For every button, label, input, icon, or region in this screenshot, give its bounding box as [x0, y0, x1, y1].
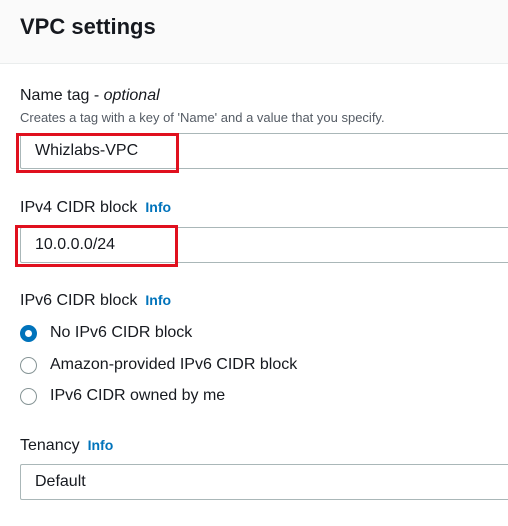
ipv6-option-amazon-provided[interactable]: Amazon-provided IPv6 CIDR block	[20, 353, 297, 377]
ipv6-option-owned-by-me[interactable]: IPv6 CIDR owned by me	[20, 384, 225, 408]
name-tag-description: Creates a tag with a key of 'Name' and a…	[20, 110, 385, 125]
tenancy-label: Tenancy Info	[20, 437, 114, 454]
tenancy-select[interactable]: Default	[20, 464, 508, 500]
ipv6-cidr-label: IPv6 CIDR block Info	[20, 292, 172, 309]
section-header: VPC settings	[0, 0, 508, 64]
ipv4-info-link[interactable]: Info	[145, 199, 171, 215]
section-title: VPC settings	[20, 14, 156, 39]
radio-unchecked-icon[interactable]	[20, 356, 37, 374]
ipv6-info-link[interactable]: Info	[145, 292, 171, 308]
tenancy-info-link[interactable]: Info	[88, 437, 114, 453]
radio-checked-icon[interactable]	[20, 324, 37, 342]
ipv4-cidr-label: IPv4 CIDR block Info	[20, 199, 172, 216]
name-tag-label: Name tag - optional	[20, 87, 160, 104]
optional-marker: optional	[103, 87, 160, 104]
ipv6-option-none[interactable]: No IPv6 CIDR block	[20, 321, 192, 345]
radio-unchecked-icon[interactable]	[20, 387, 37, 405]
name-tag-input[interactable]: Whizlabs-VPC	[20, 133, 508, 169]
ipv4-cidr-input[interactable]: 10.0.0.0/24	[20, 227, 508, 263]
